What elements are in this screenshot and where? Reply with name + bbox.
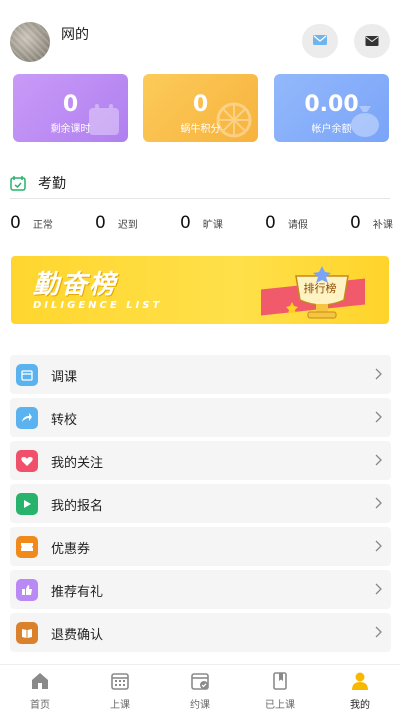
snail-points-label: 蜗牛积分 — [180, 124, 221, 135]
avatar[interactable] — [10, 22, 50, 62]
tab-label: 上课 — [110, 700, 130, 711]
stat-value: 0 — [350, 213, 361, 233]
snail-points-card[interactable]: 0 蜗牛积分 — [143, 74, 258, 142]
stat-leave[interactable]: 0 请假 — [265, 213, 308, 233]
menu-item-label: 优惠券 — [51, 542, 91, 557]
stat-value: 0 — [10, 213, 21, 233]
tab-attended[interactable]: 已上课 — [240, 665, 320, 711]
coupon-icon — [16, 536, 38, 558]
menu-item-reschedule[interactable]: 调课 — [10, 355, 391, 394]
share-arrow-icon — [16, 407, 38, 429]
menu-item-referral-rewards[interactable]: 推荐有礼 — [10, 570, 391, 609]
tab-classes[interactable]: 上课 — [80, 665, 160, 711]
chevron-right-icon — [375, 454, 382, 466]
stat-label: 请假 — [287, 220, 308, 231]
account-balance-label: 帐户余额 — [311, 124, 352, 135]
menu-item-my-registrations[interactable]: 我的报名 — [10, 484, 391, 523]
banner-title: 勤奋榜 — [33, 270, 118, 300]
chevron-right-icon — [375, 626, 382, 638]
tab-home[interactable]: 首页 — [0, 665, 80, 711]
menu-item-transfer-school[interactable]: 转校 — [10, 398, 391, 437]
stat-makeup[interactable]: 0 补课 — [350, 213, 393, 233]
menu-item-label: 推荐有礼 — [51, 585, 104, 600]
play-file-icon — [16, 493, 38, 515]
menu-item-coupons[interactable]: 优惠券 — [10, 527, 391, 566]
menu-item-my-follows[interactable]: 我的关注 — [10, 441, 391, 480]
stat-label: 正常 — [32, 220, 53, 231]
menu-item-label: 调课 — [51, 370, 78, 385]
rank-badge-label: 排行榜 — [303, 282, 337, 295]
thumbs-up-icon — [16, 579, 38, 601]
profile-header: 网的 — [0, 0, 400, 70]
attendance-title-text: 考勤 — [38, 176, 66, 192]
stat-label: 旷课 — [202, 220, 223, 231]
stat-value: 0 — [180, 213, 191, 233]
message-button[interactable] — [302, 24, 338, 58]
stat-late[interactable]: 0 迟到 — [95, 213, 138, 233]
snail-points-value: 0 — [192, 92, 209, 117]
tab-label: 首页 — [30, 700, 50, 711]
calendar-check-icon — [191, 673, 209, 690]
calendar-check-icon — [10, 176, 26, 191]
attendance-stats: 0 正常 0 迟到 0 旷课 0 请假 0 补课 — [0, 213, 400, 237]
username: 网的 — [61, 27, 89, 43]
summary-cards: 0 剩余课时 0 蜗牛积分 0.00 帐户余额 — [13, 74, 389, 144]
menu-item-label: 退费确认 — [51, 628, 104, 643]
home-icon — [32, 673, 48, 689]
stat-absent[interactable]: 0 旷课 — [180, 213, 223, 233]
menu-item-label: 转校 — [51, 413, 78, 428]
attendance-title: 考勤 — [10, 172, 66, 194]
remaining-lessons-label: 剩余课时 — [50, 124, 91, 135]
mail-button[interactable] — [354, 24, 390, 58]
stat-value: 0 — [95, 213, 106, 233]
mail-icon — [365, 36, 379, 46]
chevron-right-icon — [375, 583, 382, 595]
tab-book-class[interactable]: 约课 — [160, 665, 240, 711]
banner-subtitle: DILIGENCE LIST — [33, 300, 163, 311]
chevron-right-icon — [375, 411, 382, 423]
person-icon — [352, 672, 368, 690]
stat-normal[interactable]: 0 正常 — [10, 213, 53, 233]
tab-label: 约课 — [190, 700, 210, 711]
stat-label: 迟到 — [117, 220, 138, 231]
book-icon — [273, 672, 287, 690]
stat-value: 0 — [265, 213, 276, 233]
stat-label: 补课 — [372, 220, 393, 231]
tab-label: 已上课 — [265, 700, 295, 711]
remaining-lessons-card[interactable]: 0 剩余课时 — [13, 74, 128, 142]
heart-icon — [16, 450, 38, 472]
calendar-grid-icon — [111, 673, 129, 690]
message-icon — [313, 35, 327, 45]
menu-item-refund-confirmation[interactable]: 退费确认 — [10, 613, 391, 652]
account-balance-card[interactable]: 0.00 帐户余额 — [274, 74, 389, 142]
tab-mine[interactable]: 我的 — [320, 665, 400, 711]
menu-item-label: 我的关注 — [51, 456, 104, 471]
menu-item-label: 我的报名 — [51, 499, 104, 514]
attendance-divider — [10, 198, 390, 199]
chevron-right-icon — [375, 540, 382, 552]
chevron-right-icon — [375, 368, 382, 380]
tab-label: 我的 — [350, 700, 370, 711]
remaining-lessons-value: 0 — [62, 92, 79, 117]
book-icon — [16, 622, 38, 644]
bottom-tab-bar: 首页 上课 约课 已上课 我的 — [0, 664, 400, 711]
reschedule-icon — [16, 364, 38, 386]
account-balance-value: 0.00 — [304, 92, 359, 117]
chevron-right-icon — [375, 497, 382, 509]
